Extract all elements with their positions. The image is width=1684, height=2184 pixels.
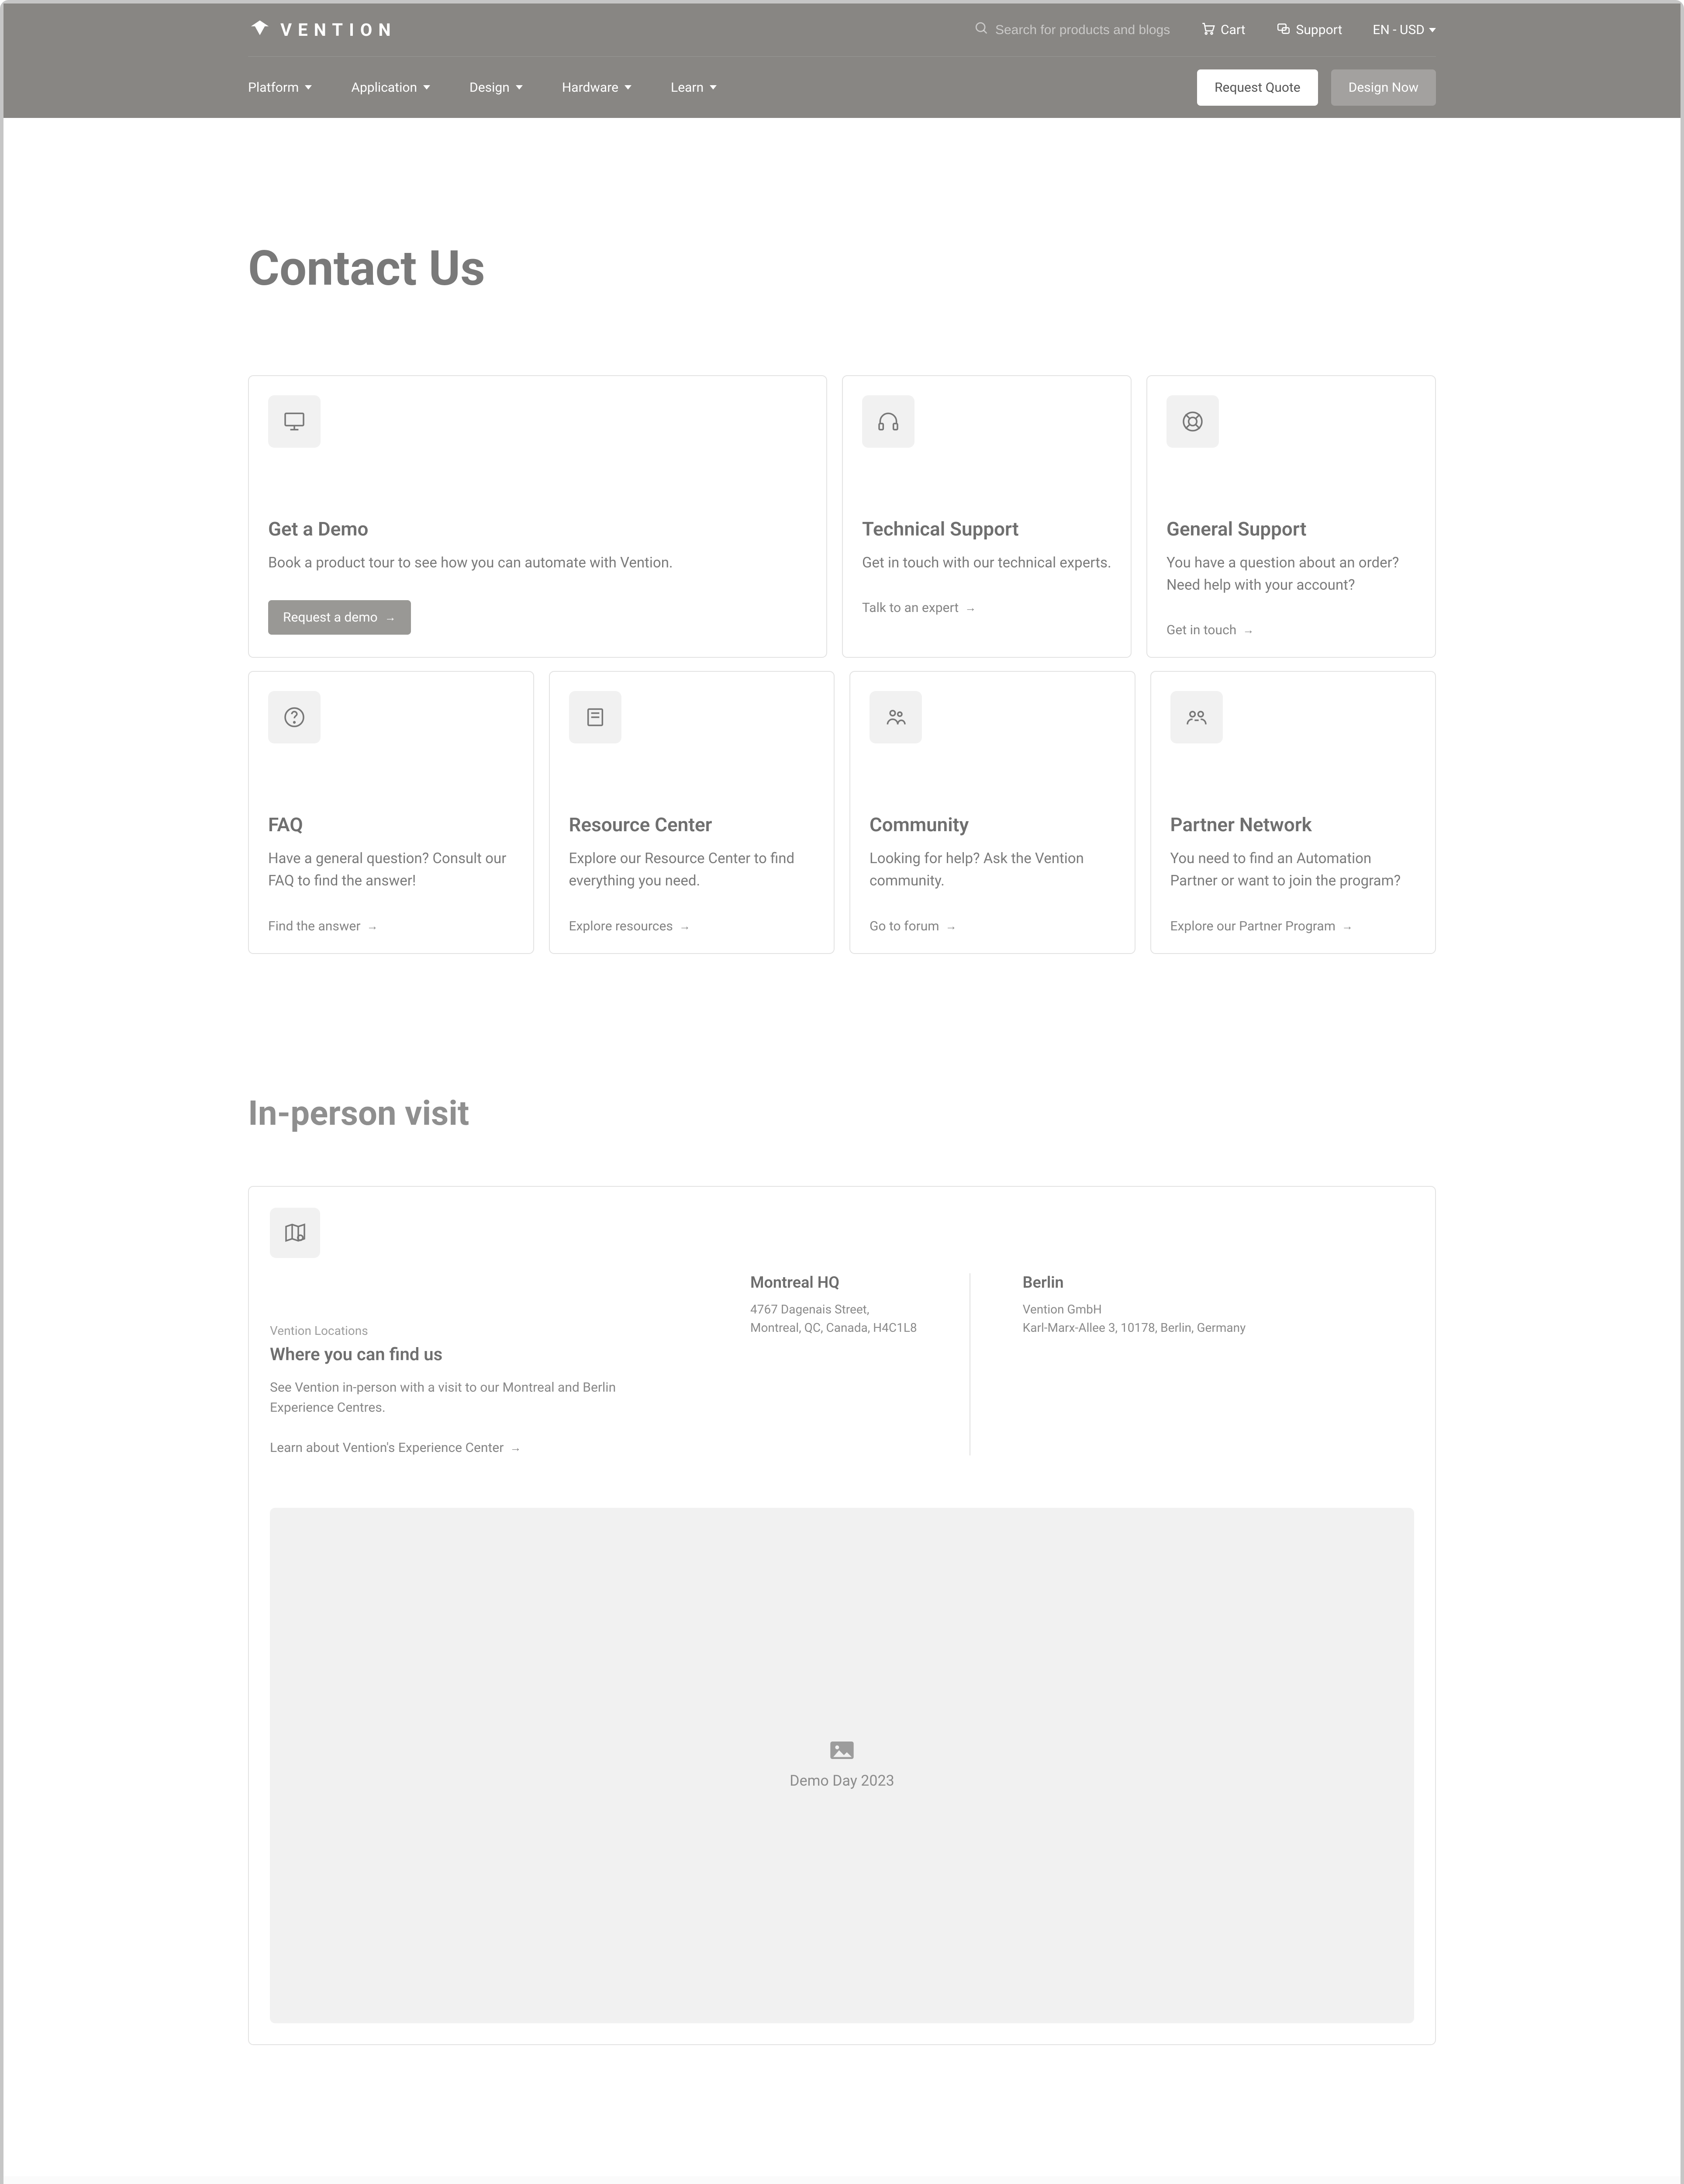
cart-link[interactable]: Cart [1201, 21, 1246, 39]
visit-eyebrow: Vention Locations [270, 1324, 663, 1338]
main-content: Contact Us Get a Demo Book a product tou… [231, 240, 1453, 2045]
request-demo-button[interactable]: Request a demo→ [268, 600, 411, 635]
cart-label: Cart [1221, 22, 1246, 38]
card-body: Have a general question? Consult our FAQ… [268, 847, 514, 892]
nav-application[interactable]: Application [351, 80, 430, 95]
language-label: EN - USD [1373, 22, 1425, 38]
nav-learn[interactable]: Learn [671, 80, 717, 95]
media-caption: Demo Day 2023 [790, 1772, 894, 1790]
card-title: FAQ [268, 813, 514, 836]
brand-name: VENTION [280, 20, 397, 40]
arrow-right-icon: → [366, 919, 378, 933]
card-general-support: General Support You have a question abou… [1146, 375, 1436, 658]
question-circle-icon [268, 691, 321, 743]
support-label: Support [1296, 22, 1342, 38]
locations-list: Montreal HQ 4767 Dagenais Street, Montrea… [750, 1273, 1298, 1455]
partner-program-link[interactable]: Explore our Partner Program→ [1170, 919, 1353, 934]
card-title: Resource Center [569, 813, 815, 836]
get-in-touch-link[interactable]: Get in touch→ [1166, 622, 1254, 638]
logo-icon [248, 17, 272, 43]
visit-subheading: Where you can find us [270, 1344, 663, 1365]
card-partner-network: Partner Network You need to find an Auto… [1150, 671, 1436, 954]
card-body: You have a question about an order? Need… [1166, 552, 1416, 596]
lifebuoy-icon [1166, 395, 1219, 448]
find-answer-link[interactable]: Find the answer→ [268, 919, 378, 934]
contact-cards-row-2: FAQ Have a general question? Consult our… [248, 671, 1436, 954]
location-name: Berlin [1023, 1273, 1246, 1292]
location-address-1: Vention GmbH [1023, 1302, 1102, 1317]
card-demo: Get a Demo Book a product tour to see ho… [248, 375, 827, 658]
location-address-2: Karl-Marx-Allee 3, 10178, Berlin, German… [1023, 1320, 1246, 1335]
card-title: Community [870, 813, 1115, 836]
chevron-down-icon [516, 85, 523, 90]
chevron-down-icon [305, 85, 312, 90]
arrow-right-icon: → [965, 601, 976, 615]
card-body: Looking for help? Ask the Vention commun… [870, 847, 1115, 892]
card-body: Book a product tour to see how you can a… [268, 552, 807, 574]
location-berlin: Berlin Vention GmbH Karl-Marx-Allee 3, 10… [970, 1273, 1298, 1455]
chat-icon [1276, 21, 1291, 39]
site-footer: VENTION vention.io Terms Privacy Securit… [3, 2176, 1681, 2184]
card-title: Partner Network [1170, 813, 1416, 836]
chevron-down-icon [710, 85, 717, 90]
arrow-right-icon: → [510, 1441, 521, 1455]
language-currency-selector[interactable]: EN - USD [1373, 22, 1436, 38]
card-title: General Support [1166, 518, 1416, 540]
search-field[interactable] [974, 21, 1170, 39]
book-icon [569, 691, 621, 743]
nav-platform[interactable]: Platform [248, 80, 312, 95]
nav-bar: Platform Application Design Hardware Lea… [248, 57, 1436, 118]
cart-icon [1201, 21, 1215, 39]
card-body: Get in touch with our technical experts. [862, 552, 1111, 574]
nav-design[interactable]: Design [469, 80, 523, 95]
card-title: Technical Support [862, 518, 1111, 540]
location-montreal: Montreal HQ 4767 Dagenais Street, Montrea… [750, 1273, 970, 1455]
card-community: Community Looking for help? Ask the Vent… [849, 671, 1135, 954]
request-quote-button[interactable]: Request Quote [1197, 69, 1318, 106]
talk-to-expert-link[interactable]: Talk to an expert→ [862, 600, 976, 615]
arrow-right-icon: → [385, 611, 396, 624]
image-icon [830, 1742, 854, 1761]
arrow-right-icon: → [1342, 919, 1353, 933]
card-body: You need to find an Automation Partner o… [1170, 847, 1416, 892]
go-to-forum-link[interactable]: Go to forum→ [870, 919, 957, 934]
media-placeholder: Demo Day 2023 [270, 1508, 1414, 2023]
experience-center-link[interactable]: Learn about Vention's Experience Center→ [270, 1440, 521, 1455]
explore-resources-link[interactable]: Explore resources→ [569, 919, 690, 934]
top-bar: VENTION Cart [248, 3, 1436, 57]
chevron-down-icon [423, 85, 430, 90]
card-faq: FAQ Have a general question? Consult our… [248, 671, 534, 954]
search-input[interactable] [995, 23, 1170, 38]
site-header: VENTION Cart [3, 3, 1681, 118]
brand-logo[interactable]: VENTION [248, 17, 397, 43]
card-title: Get a Demo [268, 518, 807, 540]
card-body: Explore our Resource Center to find ever… [569, 847, 815, 892]
arrow-right-icon: → [1242, 623, 1254, 637]
monitor-icon [268, 395, 321, 448]
design-now-button[interactable]: Design Now [1331, 69, 1436, 106]
location-address-2: Montreal, QC, Canada, H4C1L8 [750, 1320, 917, 1335]
arrow-right-icon: → [679, 919, 690, 933]
primary-nav: Platform Application Design Hardware Lea… [248, 80, 717, 95]
visit-panel: Vention Locations Where you can find us … [248, 1186, 1436, 2045]
nav-hardware[interactable]: Hardware [562, 80, 632, 95]
chevron-down-icon [1429, 28, 1436, 32]
card-technical-support: Technical Support Get in touch with our … [842, 375, 1132, 658]
search-icon [974, 21, 989, 39]
page-title: Contact Us [248, 240, 1436, 297]
visit-body: See Vention in-person with a visit to ou… [270, 1378, 663, 1418]
visit-heading: In-person visit [248, 1094, 1436, 1133]
arrow-right-icon: → [946, 919, 957, 933]
contact-cards-row-1: Get a Demo Book a product tour to see ho… [248, 375, 1436, 658]
location-address-1: 4767 Dagenais Street, [750, 1302, 869, 1317]
map-pin-icon [270, 1208, 320, 1258]
location-name: Montreal HQ [750, 1273, 917, 1292]
support-link[interactable]: Support [1276, 21, 1342, 39]
chevron-down-icon [625, 85, 632, 90]
partners-icon [1170, 691, 1223, 743]
card-resource-center: Resource Center Explore our Resource Cen… [549, 671, 835, 954]
headphones-icon [862, 395, 914, 448]
community-icon [870, 691, 922, 743]
